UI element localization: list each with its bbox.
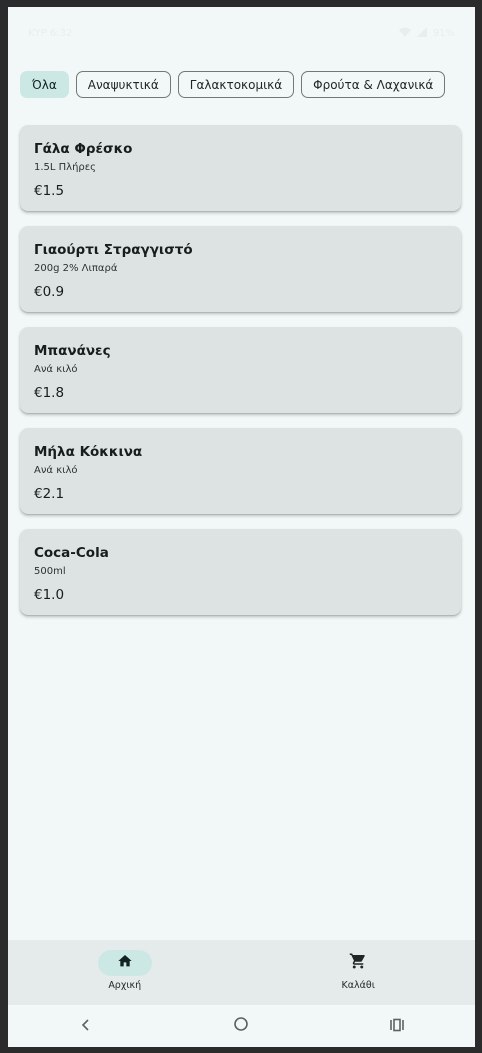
wifi-icon [398,27,411,40]
category-filter-chips: Όλα Αναψυκτικά Γαλακτοκομικά Φρούτα & Λαχαν… [20,71,446,98]
category-chip[interactable]: Φρούτα & Λαχανικά [301,71,446,98]
product-card[interactable]: Μπανάνες Ανά κιλό €1.8 [20,327,461,413]
product-card[interactable]: Γάλα Φρέσκο 1.5L Πλήρες €1.5 [20,125,461,211]
nav-pill-cart [331,950,385,976]
battery-level: 91% [432,27,455,39]
status-right: 91% [398,26,455,40]
product-description: 200g 2% Λιπαρά [34,263,118,274]
back-chevron-icon [79,1017,93,1036]
product-description: 1.5L Πλήρες [34,162,97,173]
cart-icon [349,952,367,974]
product-list: Γάλα Φρέσκο 1.5L Πλήρες €1.5 Γιαούρτι Στραγ… [20,125,461,630]
product-name: Γιαούρτι Στραγγιστό [34,242,193,258]
product-name: Μπανάνες [34,343,111,359]
product-description: 500ml [34,566,66,577]
nav-label-cart: Καλάθι [341,980,375,991]
recents-button[interactable] [377,1011,417,1041]
product-card[interactable]: Γιαούρτι Στραγγιστό 200g 2% Λιπαρά €0.9 [20,226,461,312]
product-price: €1.8 [34,385,65,401]
nav-pill-home [97,950,152,976]
product-name: Γάλα Φρέσκο [34,141,133,157]
signal-icon [416,26,427,40]
status-time: ΚΥΡ 6:32 [28,27,73,39]
app-screen: ΚΥΡ 6:32 91% Όλα Αναψυκτικά Γαλακτοκομικά Φ… [8,7,475,1047]
nav-item-home[interactable]: Αρχική [8,940,242,1005]
product-price: €1.0 [34,587,65,603]
product-price: €2.1 [34,486,65,502]
product-price: €0.9 [34,284,65,300]
home-system-button[interactable] [221,1011,261,1041]
product-card[interactable]: Coca-Cola 500ml €1.0 [20,529,461,615]
category-chip[interactable]: Γαλακτοκομικά [177,71,295,98]
product-name: Μήλα Κόκκινα [34,444,143,460]
product-price: €1.5 [34,183,65,199]
product-card[interactable]: Μήλα Κόκκινα Ανά κιλό €2.1 [20,428,461,514]
status-left: ΚΥΡ 6:32 [28,28,72,39]
back-button[interactable] [66,1011,106,1041]
product-description: Ανά κιλό [34,465,78,476]
bottom-navigation: Αρχική Καλάθι [8,940,475,1005]
category-chip[interactable]: Αναψυκτικά [75,71,171,98]
nav-label-home: Αρχική [108,980,142,991]
system-navigation-bar [8,1005,475,1047]
nav-item-cart[interactable]: Καλάθι [242,940,476,1005]
status-bar: ΚΥΡ 6:32 91% [8,23,475,43]
category-chip[interactable]: Όλα [20,71,69,98]
product-name: Coca-Cola [34,545,109,561]
circle-home-icon [233,1016,249,1036]
home-icon [117,953,133,973]
product-description: Ανά κιλό [34,364,78,375]
recents-icon [389,1017,405,1036]
